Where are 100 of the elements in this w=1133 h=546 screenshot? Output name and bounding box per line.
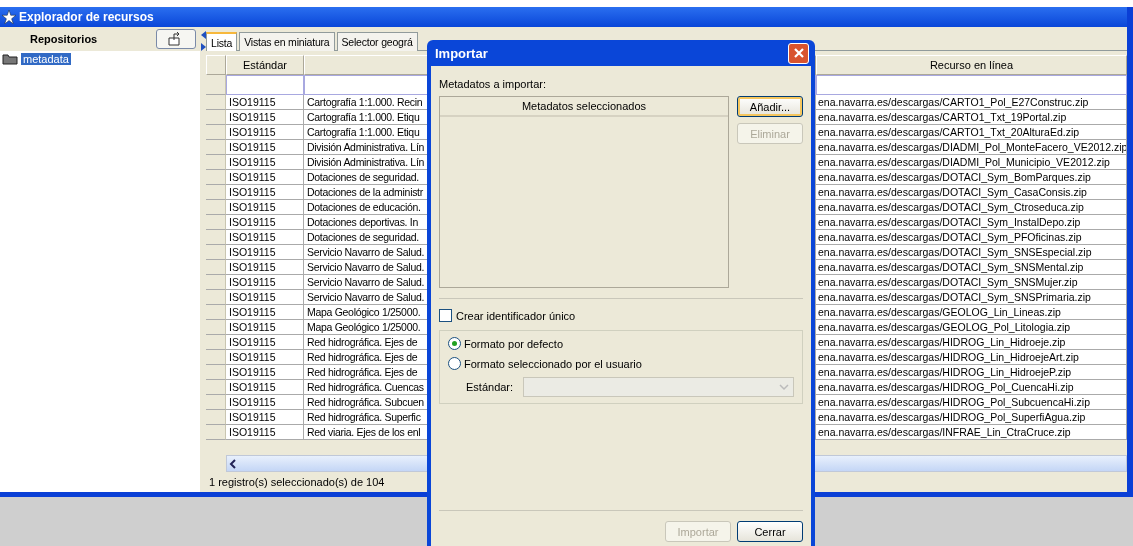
table-cell: ena.navarra.es/descargas/HIDROG_Lin_HidroejeP.zip bbox=[816, 365, 1127, 380]
collapse-arrows-icon[interactable] bbox=[200, 31, 206, 51]
column-header[interactable]: Estándar bbox=[226, 55, 304, 75]
table-cell: Red hidrográfica. Superfic bbox=[307, 411, 421, 423]
scroll-left-icon[interactable] bbox=[227, 457, 239, 470]
table-cell: ena.navarra.es/descargas/DOTACI_Sym_InstalDepo.zip bbox=[816, 215, 1127, 230]
close-button[interactable] bbox=[788, 42, 809, 64]
table-cell: Red hidrográfica. Ejes de bbox=[307, 366, 418, 378]
table-cell: ena.navarra.es/descargas/DOTACI_Sym_SNSPrimaria.zip bbox=[816, 290, 1127, 305]
table-cell: ISO19115 bbox=[226, 200, 304, 215]
table-cell: ISO19115 bbox=[226, 350, 304, 365]
table-cell: Mapa Geológico 1/25000. bbox=[307, 306, 421, 318]
radio-label: Formato por defecto bbox=[464, 337, 564, 350]
tab[interactable]: Selector geográ bbox=[336, 32, 418, 51]
table-cell: Red viaria. Ejes de los enl bbox=[307, 426, 421, 438]
table-cell: Red hidrográfica. Subcuen bbox=[307, 396, 424, 408]
table-cell: Dotaciones de educación. bbox=[307, 201, 421, 213]
filter-field[interactable] bbox=[816, 75, 1127, 95]
table-cell: ISO19115 bbox=[226, 305, 304, 320]
tab[interactable]: Lista bbox=[206, 32, 238, 52]
field-label: Estándar: bbox=[466, 381, 514, 393]
row-header[interactable] bbox=[206, 230, 226, 245]
row-header[interactable] bbox=[206, 110, 226, 125]
checkbox[interactable] bbox=[439, 309, 452, 322]
table-cell: Dotaciones de seguridad. bbox=[307, 231, 419, 243]
row-header[interactable] bbox=[206, 155, 226, 170]
tab[interactable]: Vistas en miniatura bbox=[239, 32, 335, 51]
radio-button[interactable] bbox=[448, 337, 461, 350]
table-cell: Servicio Navarro de Salud. bbox=[307, 291, 425, 303]
table-cell: ISO19115 bbox=[226, 230, 304, 245]
star-icon bbox=[2, 10, 16, 24]
table-cell: ISO19115 bbox=[226, 215, 304, 230]
table-cell: ISO19115 bbox=[226, 110, 304, 125]
table-cell: ISO19115 bbox=[226, 425, 304, 440]
window-title: Explorador de recursos bbox=[19, 10, 154, 24]
table-cell: ena.navarra.es/descargas/HIDROG_Pol_CuencaHi.zip bbox=[816, 380, 1127, 395]
row-header[interactable] bbox=[206, 185, 226, 200]
table-cell: ena.navarra.es/descargas/DOTACI_Sym_SNSMujer.zip bbox=[816, 275, 1127, 290]
dialog-title: Importar bbox=[435, 45, 488, 61]
table-cell: ISO19115 bbox=[226, 245, 304, 260]
table-cell: ISO19115 bbox=[226, 380, 304, 395]
row-header[interactable] bbox=[206, 140, 226, 155]
table-cell: Red hidrográfica. Ejes de bbox=[307, 336, 418, 348]
table-cell: Cartografía 1:1.000. Etiqu bbox=[307, 111, 420, 123]
table-cell: ISO19115 bbox=[226, 395, 304, 410]
row-header[interactable] bbox=[206, 170, 226, 185]
row-header[interactable] bbox=[206, 95, 226, 110]
row-header[interactable] bbox=[206, 395, 226, 410]
radio-button[interactable] bbox=[448, 357, 461, 370]
table-cell: ena.navarra.es/descargas/CARTO1_Txt_19Portal.zip bbox=[816, 110, 1127, 125]
row-header[interactable] bbox=[206, 125, 226, 140]
table-cell: ISO19115 bbox=[226, 155, 304, 170]
table-cell: Mapa Geológico 1/25000. bbox=[307, 321, 421, 333]
table-cell: ena.navarra.es/descargas/CARTO1_Pol_E27Construc.zip bbox=[816, 95, 1127, 110]
row-header[interactable] bbox=[206, 380, 226, 395]
filter-field[interactable] bbox=[226, 75, 304, 95]
row-header[interactable] bbox=[206, 260, 226, 275]
dialog-button[interactable]: Cerrar bbox=[737, 521, 803, 542]
checkbox-label: Crear identificador único bbox=[456, 309, 576, 322]
table-cell: ISO19115 bbox=[226, 365, 304, 380]
table-cell: Dotaciones de la administr bbox=[307, 186, 423, 198]
status-text: 1 registro(s) seleccionado(s) de 104 bbox=[208, 475, 386, 490]
table-cell: ena.navarra.es/descargas/DOTACI_Sym_BomParques.zip bbox=[816, 170, 1127, 185]
row-header[interactable] bbox=[206, 320, 226, 335]
tree-item[interactable]: metadata bbox=[21, 53, 71, 65]
table-cell: Red hidrográfica. Cuencas bbox=[307, 381, 424, 393]
table-cell: ena.navarra.es/descargas/CARTO1_Txt_20AlturaEd.zip bbox=[816, 125, 1127, 140]
table-cell: ena.navarra.es/descargas/DOTACI_Sym_SNSMental.zip bbox=[816, 260, 1127, 275]
list-label: Metadatos a importar: bbox=[439, 78, 547, 90]
table-cell: ena.navarra.es/descargas/DOTACI_Sym_Ctroseduca.zip bbox=[816, 200, 1127, 215]
table-cell: ISO19115 bbox=[226, 410, 304, 425]
row-header[interactable] bbox=[206, 245, 226, 260]
row-header[interactable] bbox=[206, 350, 226, 365]
export-button[interactable] bbox=[156, 29, 196, 49]
row-header[interactable] bbox=[206, 335, 226, 350]
row-header[interactable] bbox=[206, 365, 226, 380]
metadata-list[interactable]: Metadatos seleccionados bbox=[439, 96, 729, 288]
row-header[interactable] bbox=[206, 215, 226, 230]
table-cell: ena.navarra.es/descargas/INFRAE_Lin_CtraCruce.zip bbox=[816, 425, 1127, 440]
table-cell: ISO19115 bbox=[226, 320, 304, 335]
row-header[interactable] bbox=[206, 425, 226, 440]
table-cell: ISO19115 bbox=[226, 275, 304, 290]
column-header[interactable]: Recurso en línea bbox=[816, 55, 1127, 75]
row-header[interactable] bbox=[206, 410, 226, 425]
row-header[interactable] bbox=[206, 275, 226, 290]
table-cell: ena.navarra.es/descargas/DIADMI_Pol_Municipio_VE2012.zip bbox=[816, 155, 1127, 170]
table-cell: ena.navarra.es/descargas/GEOLOG_Lin_Lineas.zip bbox=[816, 305, 1127, 320]
table-cell: División Administrativa. Lín bbox=[307, 156, 425, 168]
row-header[interactable] bbox=[206, 200, 226, 215]
table-cell: ena.navarra.es/descargas/HIDROG_Pol_SubcuencaHi.zip bbox=[816, 395, 1127, 410]
table-cell: Servicio Navarro de Salud. bbox=[307, 246, 425, 258]
row-header[interactable] bbox=[206, 290, 226, 305]
table-cell: ena.navarra.es/descargas/DOTACI_Sym_PFOficinas.zip bbox=[816, 230, 1127, 245]
table-cell: ISO19115 bbox=[226, 140, 304, 155]
radio-label: Formato seleccionado por el usuario bbox=[464, 357, 642, 370]
row-header[interactable] bbox=[206, 305, 226, 320]
table-cell: ena.navarra.es/descargas/HIDROG_Lin_HidroejeArt.zip bbox=[816, 350, 1127, 365]
table-cell: División Administrativa. Lín bbox=[307, 141, 425, 153]
dialog-button[interactable]: Añadir... bbox=[737, 96, 803, 117]
table-cell: ISO19115 bbox=[226, 125, 304, 140]
